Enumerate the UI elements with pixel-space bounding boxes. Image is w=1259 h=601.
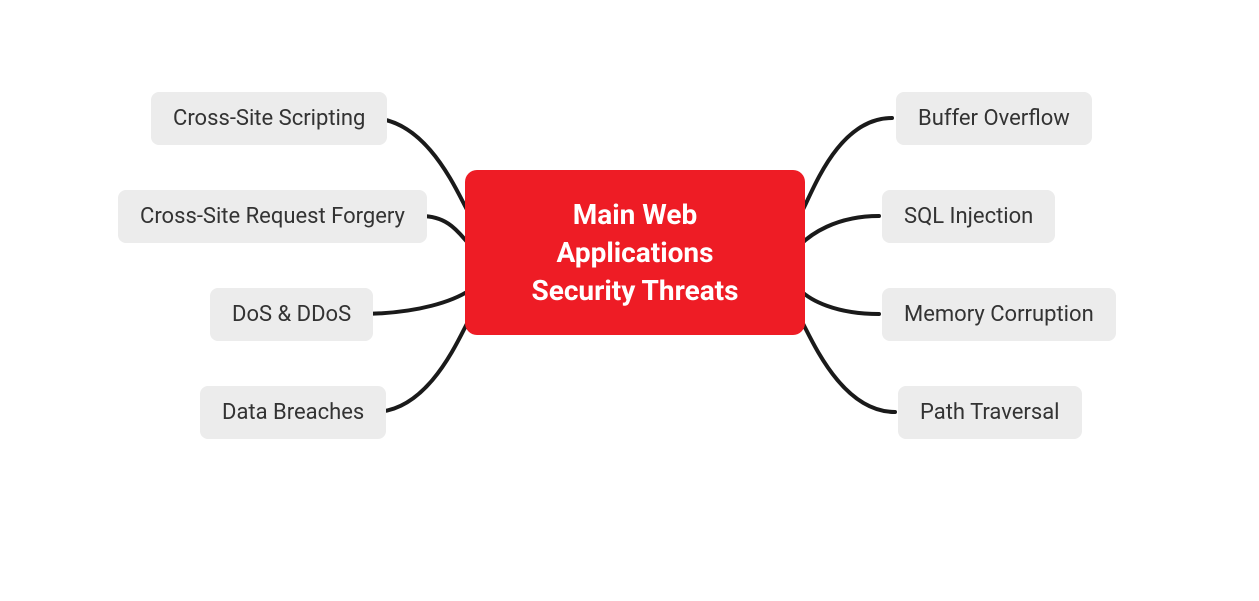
- center-title-line1: Main Web: [573, 198, 698, 231]
- node-dos-ddos: DoS & DDoS: [210, 288, 373, 341]
- node-data-breaches: Data Breaches: [200, 386, 386, 439]
- node-label: Buffer Overflow: [918, 106, 1070, 131]
- node-label: Data Breaches: [222, 400, 364, 425]
- node-label: Cross-Site Scripting: [173, 106, 365, 131]
- node-sql-injection: SQL Injection: [882, 190, 1055, 243]
- center-node: Main Web Applications Security Threats: [465, 170, 805, 335]
- node-path-traversal: Path Traversal: [898, 386, 1082, 439]
- node-cross-site-request-forgery: Cross-Site Request Forgery: [118, 190, 427, 243]
- center-title-line2: Applications: [556, 236, 713, 269]
- node-memory-corruption: Memory Corruption: [882, 288, 1116, 341]
- node-label: Cross-Site Request Forgery: [140, 204, 405, 229]
- node-buffer-overflow: Buffer Overflow: [896, 92, 1092, 145]
- mindmap-diagram: Main Web Applications Security Threats C…: [0, 0, 1259, 601]
- node-cross-site-scripting: Cross-Site Scripting: [151, 92, 387, 145]
- node-label: DoS & DDoS: [232, 302, 351, 327]
- node-label: SQL Injection: [904, 204, 1033, 229]
- center-title-line3: Security Threats: [531, 274, 738, 307]
- node-label: Memory Corruption: [904, 302, 1094, 327]
- node-label: Path Traversal: [920, 400, 1060, 425]
